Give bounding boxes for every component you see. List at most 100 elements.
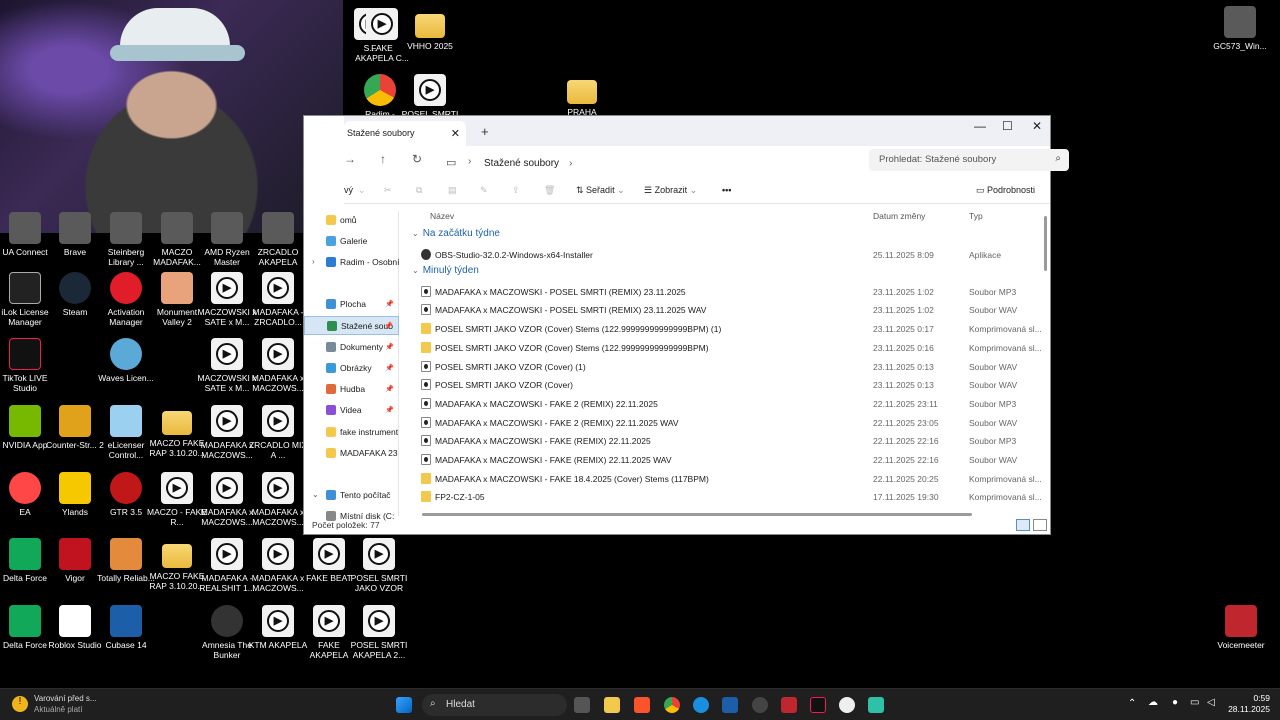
speaker-icon[interactable]: ◁: [1207, 697, 1215, 708]
file-row[interactable]: MADAFAKA x MACZOWSKI - FAKE 18.4.2025 (C…: [409, 470, 1044, 488]
up-icon[interactable]: ↑: [380, 152, 386, 166]
sidebar-item[interactable]: omů: [304, 211, 399, 230]
mic-icon[interactable]: ●: [1172, 697, 1178, 708]
details-view-toggle[interactable]: [1016, 519, 1030, 531]
sidebar-item[interactable]: Videa 📌: [304, 401, 399, 420]
sidebar-item[interactable]: Hudba 📌: [304, 380, 399, 399]
file-row[interactable]: POSEL SMRTI JAKO VZOR (Cover) (1) 23.11.2…: [409, 358, 1044, 376]
expand-chevron-icon[interactable]: ›: [312, 257, 315, 266]
forward-icon[interactable]: →: [344, 152, 356, 166]
file-row[interactable]: MADAFAKA x MACZOWSKI - POSEL SMRTI (REMI…: [409, 301, 1044, 319]
refresh-icon[interactable]: ↻: [412, 152, 422, 166]
file-type: Soubor MP3: [969, 286, 1017, 297]
sidebar-item[interactable]: fake instrument: [304, 423, 399, 442]
desktop-icon[interactable]: Voicemeeter: [1211, 605, 1271, 650]
cubase-icon[interactable]: [722, 697, 738, 713]
sidebar-item[interactable]: Stažené soub 📌: [304, 316, 399, 335]
desktop-icon[interactable]: Waves Licen...: [96, 338, 156, 383]
desktop-icon[interactable]: TikTok LIVE Studio: [0, 338, 55, 393]
sort-button[interactable]: ⇅ Seřadit ⌄: [576, 185, 625, 196]
breadcrumb[interactable]: ▭ › Stažené soubory ›: [446, 152, 854, 174]
file-row[interactable]: FP2-CZ-1-05 17.11.2025 19:30 Komprimovaná …: [409, 488, 1044, 506]
maximize-icon[interactable]: ☐: [1002, 119, 1013, 133]
close-tab-icon[interactable]: ✕: [451, 127, 460, 140]
task-view-icon[interactable]: [574, 697, 590, 713]
desktop-icon[interactable]: MADAFAKA x MACZOWS...: [248, 338, 308, 393]
obs-icon[interactable]: [752, 697, 768, 713]
sidebar-item[interactable]: › Radim - Osobní: [304, 253, 399, 272]
breadcrumb-downloads[interactable]: Stažené soubory: [484, 158, 559, 169]
minimize-icon[interactable]: —: [974, 119, 986, 133]
desktop-icon[interactable]: MADAFAKA - ZRCADLO...: [248, 272, 308, 327]
view-button[interactable]: ☰ Zobrazit ⌄: [644, 185, 697, 196]
breadcrumb-chevron-icon[interactable]: ›: [569, 158, 572, 169]
horizontal-scrollbar[interactable]: [422, 513, 972, 516]
chrome-icon[interactable]: [664, 697, 680, 713]
tab-downloads[interactable]: Stažené soubory ✕: [344, 121, 466, 146]
file-explorer-taskbar-icon[interactable]: [604, 697, 620, 713]
edge-icon[interactable]: [693, 697, 709, 713]
delete-icon[interactable]: 🗑: [544, 185, 555, 196]
weather-widget[interactable]: ! Varování před s... Aktuálně platí: [12, 693, 97, 715]
new-tab-button[interactable]: +: [481, 124, 489, 139]
copy-icon[interactable]: ⧉: [416, 185, 422, 196]
sidebar-item[interactable]: Plocha 📌: [304, 295, 399, 314]
group-header[interactable]: ⌄ Minulý týden: [412, 265, 483, 276]
address-bar: → ↑ ↻ ▭ › Stažené soubory › Prohledat: S…: [344, 146, 1069, 176]
file-row[interactable]: POSEL SMRTI JAKO VZOR (Cover) Stems (122…: [409, 339, 1044, 357]
file-row[interactable]: MADAFAKA x MACZOWSKI - FAKE 2 (REMIX) 22…: [409, 414, 1044, 432]
file-row[interactable]: OBS-Studio-32.0.2-Windows-x64-Installer 2…: [409, 246, 1044, 264]
desktop-icon[interactable]: Cubase 14: [96, 605, 156, 650]
brave-icon[interactable]: [634, 697, 650, 713]
pin-icon: 📌: [385, 386, 394, 393]
group-header[interactable]: ⌄ Na začátku týdne: [412, 228, 504, 239]
paste-icon[interactable]: ▤: [448, 185, 457, 196]
column-date-header[interactable]: Datum změny: [873, 211, 925, 221]
search-input[interactable]: Prohledat: Stažené soubory ⌕: [869, 149, 1069, 171]
desktop-icon[interactable]: ZRCADLO AKAPELA: [248, 212, 308, 267]
desktop-icon[interactable]: ZRCADLO MIX A ...: [248, 405, 308, 460]
expand-chevron-icon[interactable]: ⌄: [312, 490, 319, 499]
sidebar-item[interactable]: Galerie: [304, 232, 399, 251]
tiles-view-toggle[interactable]: [1033, 519, 1047, 531]
clock[interactable]: 0:59 28.11.2025: [1228, 693, 1270, 715]
sidebar-item[interactable]: Dokumenty 📌: [304, 338, 399, 357]
file-row[interactable]: POSEL SMRTI JAKO VZOR (Cover) 23.11.2025 …: [409, 376, 1044, 394]
desktop-icon[interactable]: POSEL SMRTI JAKO VZOR: [349, 538, 409, 593]
rename-icon[interactable]: ✎: [480, 185, 488, 196]
start-icon[interactable]: [396, 697, 412, 713]
desktop-icon[interactable]: VHHO 2025: [400, 8, 460, 51]
column-type-header[interactable]: Typ: [969, 211, 983, 221]
share-icon[interactable]: ⇪: [512, 185, 520, 196]
more-options-button[interactable]: •••: [722, 185, 731, 195]
details-button[interactable]: ▭ Podrobnosti: [976, 185, 1035, 196]
cut-icon[interactable]: ✂: [384, 185, 392, 196]
desktop-icon[interactable]: POSEL SMRTI: [400, 74, 460, 119]
sidebar-item[interactable]: Obrázky 📌: [304, 359, 399, 378]
collapse-chevron-icon[interactable]: ⌄: [412, 229, 419, 238]
file-row[interactable]: MADAFAKA x MACZOWSKI - FAKE (REMIX) 22.1…: [409, 451, 1044, 469]
cloud-icon[interactable]: ☁: [1148, 697, 1158, 708]
monitor-icon[interactable]: ▭: [1190, 697, 1199, 708]
tray-chevron-icon[interactable]: ⌃: [1128, 698, 1136, 709]
close-window-icon[interactable]: ✕: [1032, 119, 1042, 133]
voicemeeter-icon[interactable]: [781, 697, 797, 713]
desktop-icon[interactable]: PRAHA: [552, 74, 612, 117]
desktop-icon[interactable]: POSEL SMRTI AKAPELA 2...: [349, 605, 409, 660]
desktop-icon[interactable]: MADAFAKA x MACZOWS...: [248, 472, 308, 527]
column-name-header[interactable]: Název: [430, 211, 454, 221]
sidebar-item[interactable]: MADAFAKA 23: [304, 444, 399, 463]
vertical-scrollbar[interactable]: [1044, 216, 1047, 271]
file-row[interactable]: MADAFAKA x MACZOWSKI - POSEL SMRTI (REMI…: [409, 283, 1044, 301]
collapse-chevron-icon[interactable]: ⌄: [412, 266, 419, 275]
new-button[interactable]: vý: [344, 185, 353, 195]
desktop-icon[interactable]: GC573_Win...: [1210, 6, 1270, 51]
file-row[interactable]: MADAFAKA x MACZOWSKI - FAKE 2 (REMIX) 22…: [409, 395, 1044, 413]
tiktok-icon[interactable]: [810, 697, 826, 713]
file-row[interactable]: POSEL SMRTI JAKO VZOR (Cover) Stems (122…: [409, 320, 1044, 338]
taskbar-search[interactable]: ⌕ Hledat: [422, 694, 567, 716]
media-player-icon[interactable]: [839, 697, 855, 713]
file-row[interactable]: MADAFAKA x MACZOWSKI - FAKE (REMIX) 22.1…: [409, 432, 1044, 450]
calculator-icon[interactable]: [868, 697, 884, 713]
sidebar-item[interactable]: ⌄ Tento počítač: [304, 486, 399, 505]
